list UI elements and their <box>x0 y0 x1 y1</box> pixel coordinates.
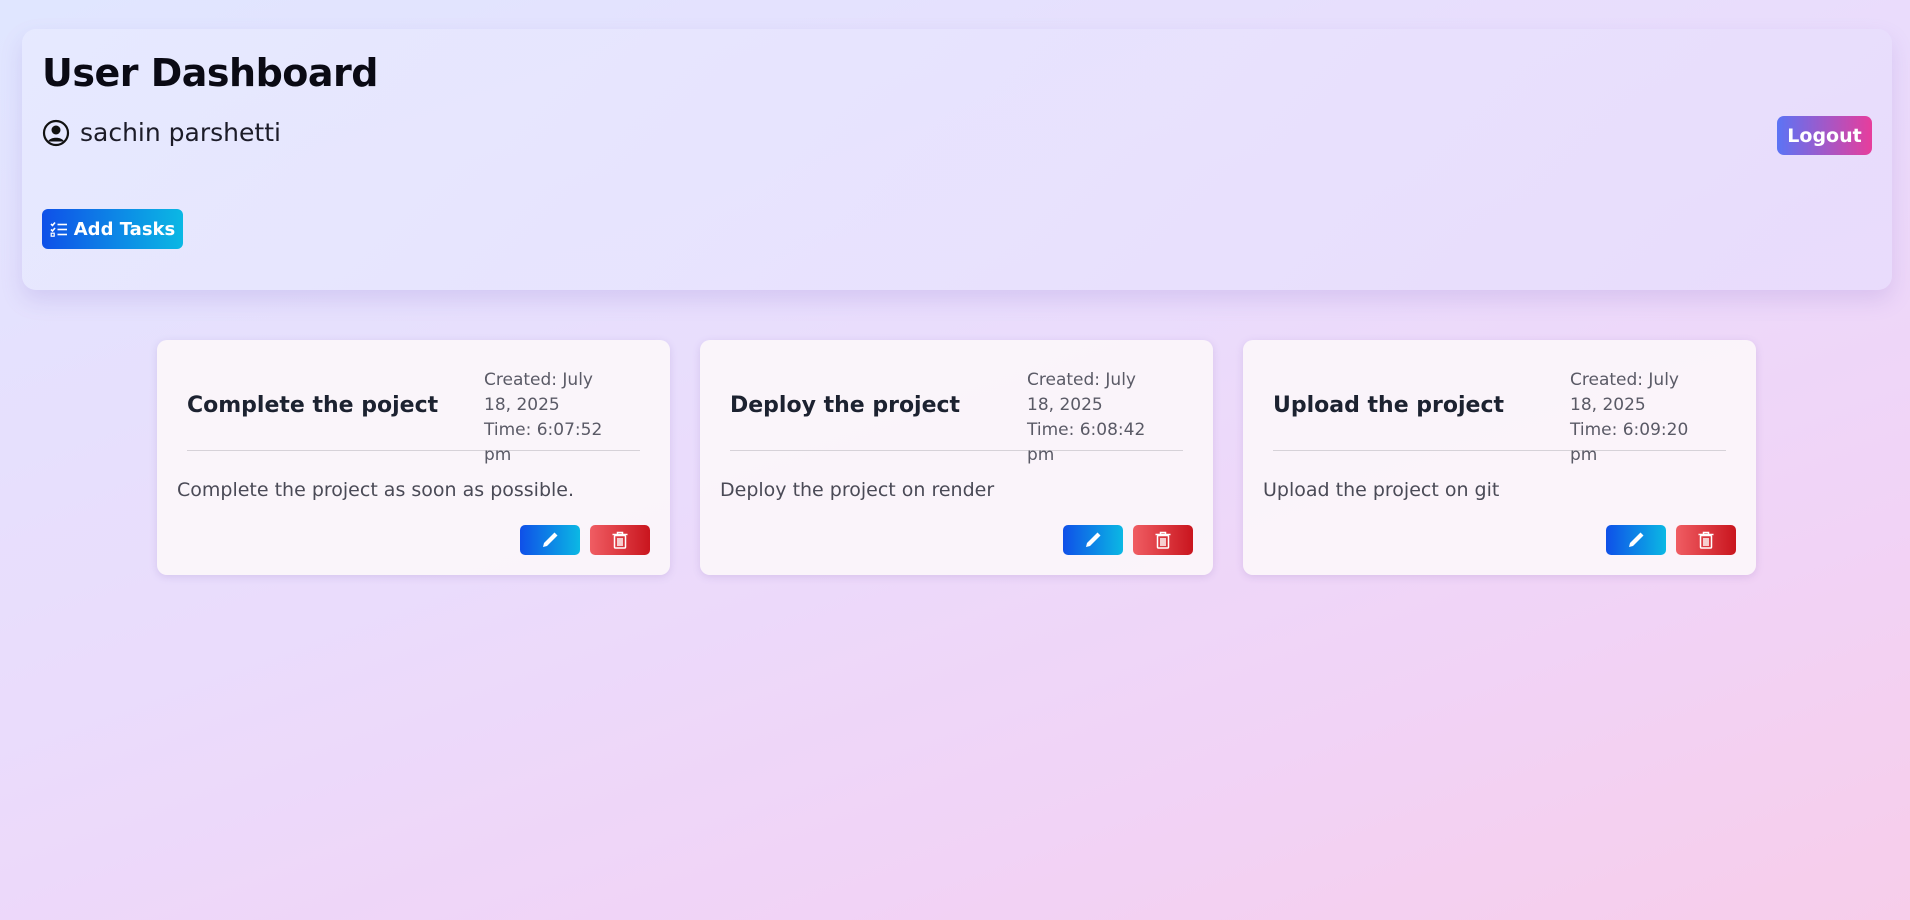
task-actions <box>1606 525 1736 555</box>
task-title: Complete the poject <box>187 393 439 418</box>
add-tasks-label: Add Tasks <box>73 218 176 240</box>
task-card: Upload the project Created: July 18, 202… <box>1243 340 1756 575</box>
edit-task-button[interactable] <box>520 525 580 555</box>
task-meta: Created: July 18, 2025 Time: 6:08:42 pm <box>1027 368 1167 468</box>
dashboard-header: User Dashboard sachin parshetti Logout A… <box>22 29 1892 290</box>
task-title: Deploy the project <box>730 393 961 418</box>
delete-task-button[interactable] <box>590 525 650 555</box>
pencil-icon <box>1629 532 1644 547</box>
task-meta: Created: July 18, 2025 Time: 6:09:20 pm <box>1570 368 1710 468</box>
delete-task-button[interactable] <box>1676 525 1736 555</box>
list-task-icon <box>50 221 67 237</box>
task-description: Deploy the project on render <box>720 479 995 501</box>
pencil-icon <box>1086 532 1101 547</box>
page-title: User Dashboard <box>42 51 378 95</box>
edit-task-button[interactable] <box>1063 525 1123 555</box>
task-description: Upload the project on git <box>1263 479 1500 501</box>
task-card-header: Deploy the project Created: July 18, 202… <box>730 368 1183 465</box>
task-actions <box>520 525 650 555</box>
delete-task-button[interactable] <box>1133 525 1193 555</box>
task-time: Time: 6:09:20 pm <box>1570 420 1689 465</box>
task-card-header: Complete the poject Created: July 18, 20… <box>187 368 640 465</box>
task-description: Complete the project as soon as possible… <box>177 479 575 501</box>
trash-icon <box>612 531 628 549</box>
add-tasks-button[interactable]: Add Tasks <box>42 209 183 249</box>
task-created: Created: July 18, 2025 <box>1570 370 1679 415</box>
trash-icon <box>1698 531 1714 549</box>
task-card: Deploy the project Created: July 18, 202… <box>700 340 1213 575</box>
task-created: Created: July 18, 2025 <box>484 370 593 415</box>
user-circle-icon <box>42 119 70 146</box>
task-actions <box>1063 525 1193 555</box>
trash-icon <box>1155 531 1171 549</box>
task-time: Time: 6:08:42 pm <box>1027 420 1146 465</box>
task-time: Time: 6:07:52 pm <box>484 420 603 465</box>
logout-button[interactable]: Logout <box>1777 116 1872 155</box>
user-info: sachin parshetti <box>42 118 281 147</box>
task-created: Created: July 18, 2025 <box>1027 370 1136 415</box>
user-name: sachin parshetti <box>80 118 281 147</box>
pencil-icon <box>543 532 558 547</box>
task-meta: Created: July 18, 2025 Time: 6:07:52 pm <box>484 368 624 468</box>
task-card-header: Upload the project Created: July 18, 202… <box>1273 368 1726 465</box>
task-title: Upload the project <box>1273 393 1505 418</box>
edit-task-button[interactable] <box>1606 525 1666 555</box>
task-card: Complete the poject Created: July 18, 20… <box>157 340 670 575</box>
